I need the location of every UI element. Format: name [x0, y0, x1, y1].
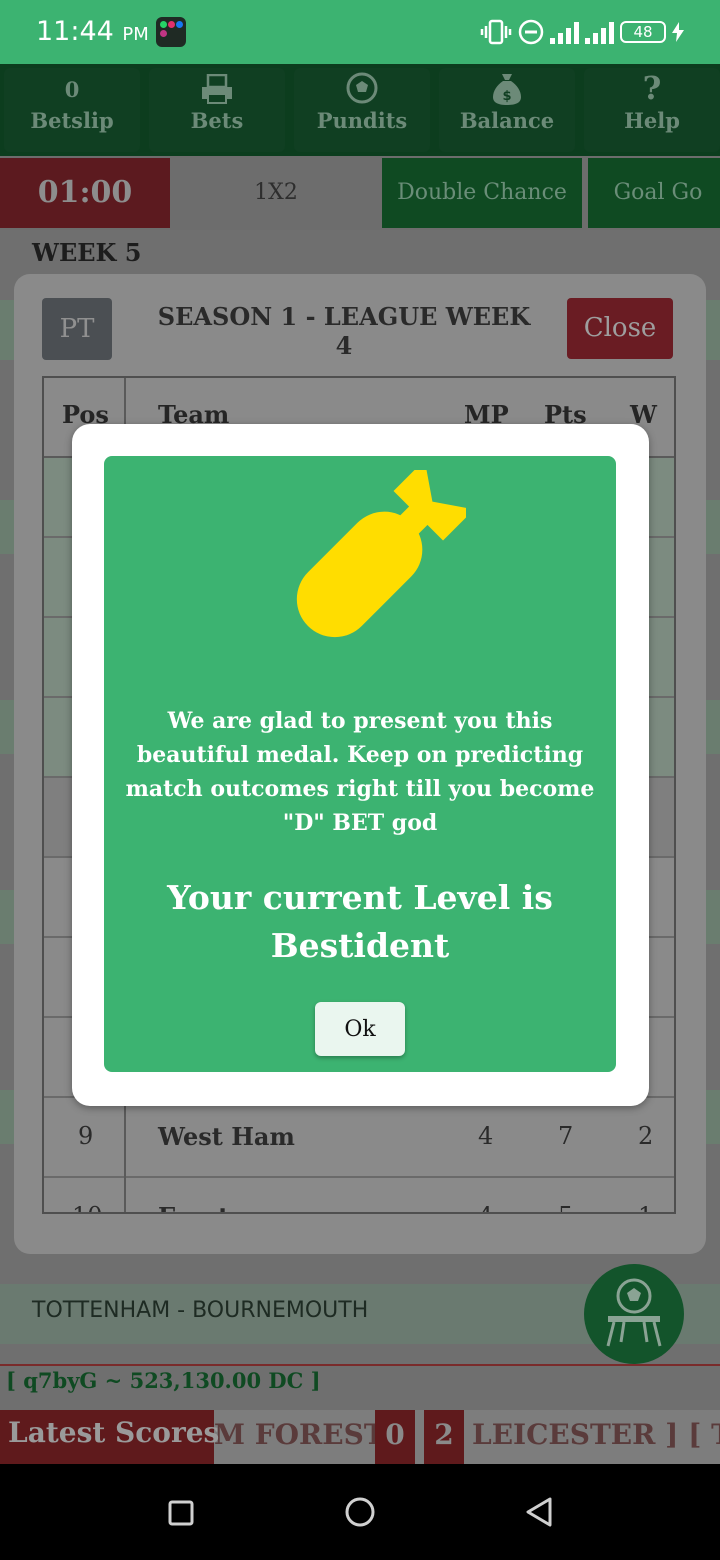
home-icon[interactable] — [344, 1496, 376, 1528]
table-row: 10 Everton 4 5 1 — [44, 1178, 674, 1212]
bomb-icon — [296, 470, 466, 638]
question-icon: ? — [642, 69, 662, 107]
cell-w: 2 — [638, 1122, 654, 1150]
ticker-away-team: LEICESTER ] [ TO — [472, 1418, 720, 1451]
money-bag-icon: $ — [439, 68, 575, 108]
system-nav-bar — [0, 1464, 720, 1560]
cell-pts: 5 — [558, 1202, 573, 1212]
status-bar: 11:44 PM 48 — [0, 0, 720, 64]
nav-label: Bets — [190, 108, 244, 133]
table-row: 9 West Ham 4 7 2 — [44, 1098, 674, 1178]
nav-pundits[interactable]: Pundits — [294, 68, 430, 152]
scores-ticker: M FOREST 0 2 LEICESTER ] [ TO Latest Sco… — [0, 1410, 720, 1464]
countdown-timer: 01:00 — [0, 158, 170, 228]
nav-label: Help — [624, 108, 680, 133]
nav-help[interactable]: ? Help — [584, 68, 720, 152]
medal-card: We are glad to present you this beautifu… — [104, 456, 616, 1072]
nav-label: Pundits — [316, 108, 408, 133]
signal-icon — [550, 20, 579, 44]
charging-icon — [672, 22, 684, 42]
close-button[interactable]: Close — [567, 298, 673, 359]
pt-button[interactable]: PT — [42, 298, 112, 360]
ticker-away-score: 2 — [424, 1410, 464, 1464]
league-title: SEASON 1 - LEAGUE WEEK 4 — [157, 302, 531, 360]
pundit-fab[interactable] — [584, 1264, 684, 1364]
medal-dialog: We are glad to present you this beautifu… — [72, 424, 649, 1106]
back-icon[interactable] — [524, 1496, 554, 1528]
cell-pos: 9 — [78, 1122, 94, 1150]
medal-message: We are glad to present you this beautifu… — [125, 708, 595, 836]
cell-mp: 4 — [478, 1202, 493, 1212]
tab-double-chance[interactable]: Double Chance — [382, 158, 582, 228]
betslip-count: 0 — [64, 77, 80, 102]
system-icons: 48 — [480, 18, 684, 46]
ticker-home-score: 0 — [375, 1410, 415, 1464]
latest-scores-label: Latest Scores — [0, 1410, 219, 1464]
battery-icon: 48 — [620, 21, 666, 43]
recent-apps-icon[interactable] — [168, 1500, 194, 1526]
week-label: WEEK 5 — [32, 238, 142, 267]
nav-label: Betslip — [30, 108, 114, 133]
svg-text:$: $ — [502, 89, 511, 104]
nav-balance[interactable]: $ Balance — [439, 68, 575, 152]
top-nav: 0 Betslip Bets Pundits $ Balance ? Help — [0, 64, 720, 156]
cell-team: Everton — [158, 1202, 263, 1212]
cell-pts: 7 — [558, 1122, 574, 1150]
printer-icon — [149, 68, 285, 108]
nav-bets[interactable]: Bets — [149, 68, 285, 152]
nav-label: Balance — [459, 108, 555, 133]
ticker-home-team: M FOREST — [214, 1418, 385, 1451]
divider — [0, 1364, 720, 1366]
cell-w: 1 — [638, 1202, 653, 1212]
cell-team: West Ham — [158, 1122, 295, 1151]
nav-betslip[interactable]: 0 Betslip — [4, 68, 140, 152]
soccer-ball-icon — [606, 1278, 662, 1347]
cell-mp: 4 — [478, 1122, 494, 1150]
clock: 11:44 PM — [36, 16, 149, 47]
match-teams: TOTTENHAM - BOURNEMOUTH — [32, 1298, 369, 1323]
level-text: Your current Level is Bestident — [167, 878, 553, 965]
tab-1x2[interactable]: 1X2 — [170, 158, 382, 228]
notification-apps-icon — [156, 17, 186, 47]
cell-pos: 10 — [72, 1202, 103, 1212]
account-balance: [ q7byG ~ 523,130.00 DC ] — [6, 1368, 321, 1393]
dnd-icon — [518, 19, 544, 45]
soccer-ball-icon — [294, 68, 430, 108]
signal-icon — [585, 20, 614, 44]
vibrate-icon — [480, 19, 512, 45]
ok-button[interactable]: Ok — [315, 1002, 405, 1056]
tab-goal-go[interactable]: Goal Go — [588, 158, 720, 228]
market-tabs: 01:00 1X2 Double Chance Goal Go — [0, 156, 720, 230]
